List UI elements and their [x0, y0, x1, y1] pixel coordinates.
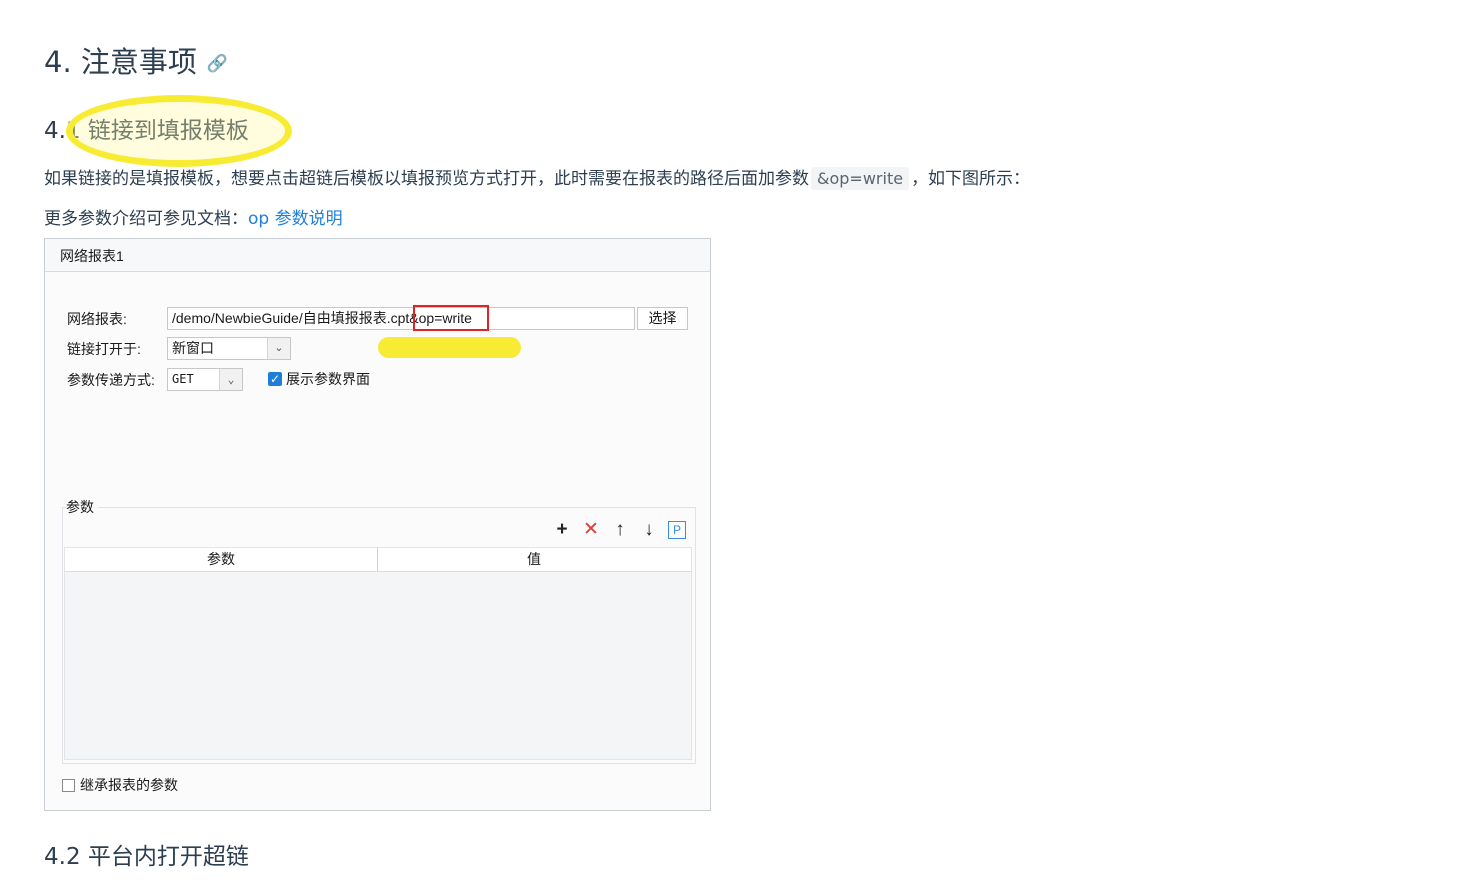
- inline-code-op-write: &op=write: [811, 167, 910, 190]
- paragraph-more-text: 更多参数介绍可参见文档：: [44, 209, 248, 229]
- show-params-label: 展示参数界面: [286, 371, 370, 387]
- section-title: 4. 注意事项 🔗: [44, 40, 228, 86]
- hyperlink-dialog-screenshot: 网络报表1 网络报表: /demo/NewbieGuide/自由填报报表.cpt…: [44, 238, 711, 811]
- column-header-value[interactable]: 值: [377, 548, 691, 571]
- inherit-params-label: 继承报表的参数: [80, 777, 178, 793]
- delete-icon[interactable]: ✕: [580, 519, 602, 541]
- choose-button[interactable]: 选择: [637, 307, 688, 330]
- open-in-select[interactable]: 新窗口 ⌄: [167, 337, 291, 360]
- yellow-highlight-annotation: [378, 337, 521, 358]
- method-select[interactable]: GET ⌄: [167, 368, 243, 391]
- report-url-input[interactable]: /demo/NewbieGuide/自由填报报表.cpt&op=write: [167, 307, 635, 330]
- paragraph-op-write: 如果链接的是填报模板，想要点击超链后模板以填报预览方式打开，此时需要在报表的路径…: [44, 165, 1030, 193]
- subsection-title-4-1: 4.1 链接到填报模板: [44, 118, 249, 144]
- subsection-title-4-2: 4.2 平台内打开超链: [44, 844, 249, 870]
- params-table-header: 参数 值: [65, 548, 691, 572]
- method-label: 参数传递方式:: [67, 372, 155, 388]
- paragraph-text-after: ，如下图所示：: [911, 169, 1031, 189]
- dialog-tab-bar: 网络报表1: [45, 239, 710, 272]
- op-params-doc-link[interactable]: op 参数说明: [248, 209, 343, 229]
- arrow-up-icon[interactable]: ↑: [609, 519, 631, 541]
- chevron-down-icon[interactable]: ⌄: [219, 369, 242, 390]
- link-icon[interactable]: 🔗: [207, 54, 228, 74]
- open-in-label: 链接打开于:: [67, 341, 141, 357]
- params-table: 参数 值: [64, 547, 692, 760]
- check-icon: ✓: [269, 372, 281, 386]
- tab-web-report-1[interactable]: 网络报表1: [60, 246, 124, 266]
- open-in-value: 新窗口: [172, 340, 214, 356]
- method-value: GET: [172, 372, 194, 386]
- params-group-label: 参数: [66, 497, 98, 517]
- inherit-params-checkbox[interactable]: [62, 779, 75, 792]
- section-title-text: 4. 注意事项: [44, 45, 197, 79]
- show-params-checkbox[interactable]: ✓: [268, 372, 282, 386]
- column-header-param[interactable]: 参数: [65, 548, 378, 571]
- add-icon[interactable]: +: [551, 519, 573, 541]
- paragraph-more-params: 更多参数介绍可参见文档：op 参数说明: [44, 205, 343, 233]
- param-p-icon[interactable]: P: [668, 521, 686, 539]
- paragraph-text-before: 如果链接的是填报模板，想要点击超链后模板以填报预览方式打开，此时需要在报表的路径…: [44, 169, 809, 189]
- chevron-down-icon[interactable]: ⌄: [267, 338, 290, 359]
- arrow-down-icon[interactable]: ↓: [638, 519, 660, 541]
- url-label: 网络报表:: [67, 311, 127, 327]
